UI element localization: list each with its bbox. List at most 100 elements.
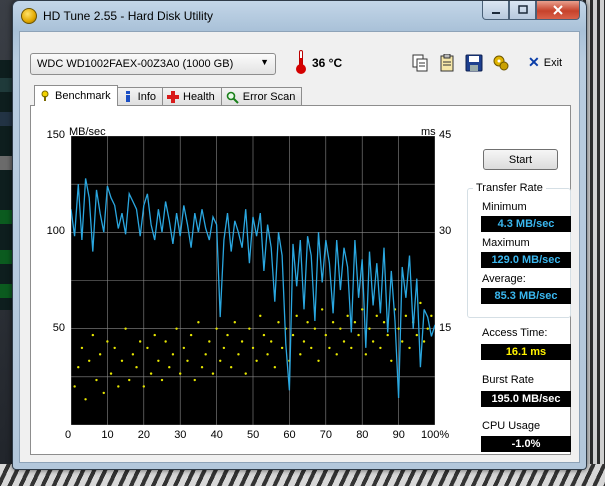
cpu-usage-label: CPU Usage [482, 420, 541, 432]
access-time-point [120, 359, 124, 362]
burst-rate-value: 195.0 MB/sec [481, 391, 571, 407]
access-time-point [117, 385, 120, 388]
access-time-point [240, 340, 244, 343]
access-time-point [328, 346, 331, 350]
minimize-icon [491, 12, 500, 14]
tab-health[interactable]: Health [162, 87, 222, 106]
y-left-tick-label: 150 [46, 129, 65, 141]
access-time-point [73, 385, 76, 388]
options-button[interactable] [489, 52, 513, 74]
desktop-fragment [0, 250, 12, 264]
access-time-point [382, 321, 386, 324]
desktop-background-left [0, 60, 12, 310]
x-tick-label: 10 [101, 429, 114, 441]
access-time-point [379, 346, 382, 350]
access-time-point [189, 333, 193, 337]
tab-label: Health [183, 91, 215, 103]
x-tick-label: 70 [319, 429, 333, 441]
access-time-point [226, 333, 229, 337]
transfer-rate-title: Transfer Rate [473, 182, 546, 194]
access-time-point [237, 353, 240, 356]
access-time-point [153, 333, 156, 337]
access-time-point [368, 327, 371, 330]
tab-error-scan[interactable]: Error Scan [220, 87, 303, 106]
access-time-point [375, 314, 378, 318]
access-time-point [197, 321, 200, 324]
exit-icon: ✕ [528, 54, 540, 70]
copy-info-button[interactable] [435, 52, 459, 74]
access-time-point [149, 372, 153, 375]
access-time-point [186, 359, 189, 362]
health-icon [167, 91, 179, 103]
title-bar[interactable]: HD Tune 2.55 - Hard Disk Utility [13, 1, 586, 31]
tab-benchmark[interactable]: Benchmark [34, 85, 118, 106]
benchmark-chart [70, 135, 436, 426]
save-button[interactable] [462, 52, 486, 74]
burst-rate-label: Burst Rate [482, 374, 534, 386]
access-time-point [331, 321, 335, 324]
access-time-point [361, 308, 364, 311]
average-value: 85.3 MB/sec [481, 288, 571, 304]
thermometer-icon [296, 50, 306, 74]
access-time-point [415, 333, 418, 337]
access-time-point [164, 340, 167, 343]
access-time-point [353, 321, 357, 324]
access-time-point [80, 346, 84, 350]
caption-buttons [482, 1, 580, 20]
close-icon [553, 5, 563, 15]
benchmark-chart-svg [70, 135, 436, 426]
access-time-point [270, 340, 273, 343]
access-time-point [255, 359, 258, 362]
access-time-point [251, 346, 255, 350]
access-time-point [259, 314, 262, 318]
access-time-point [113, 346, 116, 350]
drive-select[interactable]: WDC WD1002FAEX-00Z3A0 (1000 GB) ▼ [30, 53, 276, 75]
desktop-fragment [0, 284, 12, 298]
access-time-point [91, 333, 95, 337]
desktop-fragment [0, 210, 12, 224]
access-time-point [106, 340, 109, 343]
app-icon[interactable] [21, 8, 37, 24]
exit-button[interactable]: ✕ Exit [528, 54, 562, 71]
desktop-fragment [0, 112, 12, 126]
access-time-point [299, 353, 302, 356]
maximize-icon [517, 5, 528, 14]
access-time-point [430, 314, 433, 318]
access-time-point [138, 340, 142, 343]
start-button[interactable]: Start [483, 149, 558, 170]
desktop-fragment [0, 78, 12, 92]
tab-info[interactable]: Info [116, 87, 163, 106]
x-tick-label: 30 [174, 429, 187, 441]
access-time-point [157, 359, 160, 362]
access-time-point [215, 327, 218, 330]
maximum-value: 129.0 MB/sec [481, 252, 571, 268]
access-time-point [95, 378, 98, 382]
copy-button[interactable] [408, 52, 432, 74]
access-time-point [84, 398, 87, 401]
access-time-point [310, 346, 313, 350]
minimize-button[interactable] [482, 1, 509, 20]
y-right-tick-label: 15 [439, 321, 452, 334]
access-time-point [131, 353, 135, 356]
save-icon [465, 54, 483, 72]
x-tick-label: 20 [137, 429, 151, 441]
temperature-readout: 36 °C [312, 56, 343, 70]
chevron-down-icon: ▼ [260, 57, 269, 67]
access-time-point [306, 321, 309, 324]
copy-info-icon [440, 54, 454, 72]
access-time-point [135, 366, 138, 369]
x-tick-label: 90 [392, 429, 405, 441]
access-time-point [426, 327, 429, 330]
access-time-point [422, 340, 426, 343]
close-button[interactable] [536, 1, 580, 20]
access-time-point [171, 353, 175, 356]
access-time-point [302, 340, 306, 343]
drive-select-value: WDC WD1002FAEX-00Z3A0 (1000 GB) [37, 58, 234, 70]
access-time-point [200, 366, 204, 369]
access-time-point [109, 372, 113, 375]
access-time-point [364, 353, 368, 356]
x-tick-label: 80 [356, 429, 369, 441]
client-area: WDC WD1002FAEX-00Z3A0 (1000 GB) ▼ 36 °C [19, 31, 580, 463]
maximize-button[interactable] [509, 1, 536, 20]
access-time-point [339, 327, 342, 330]
